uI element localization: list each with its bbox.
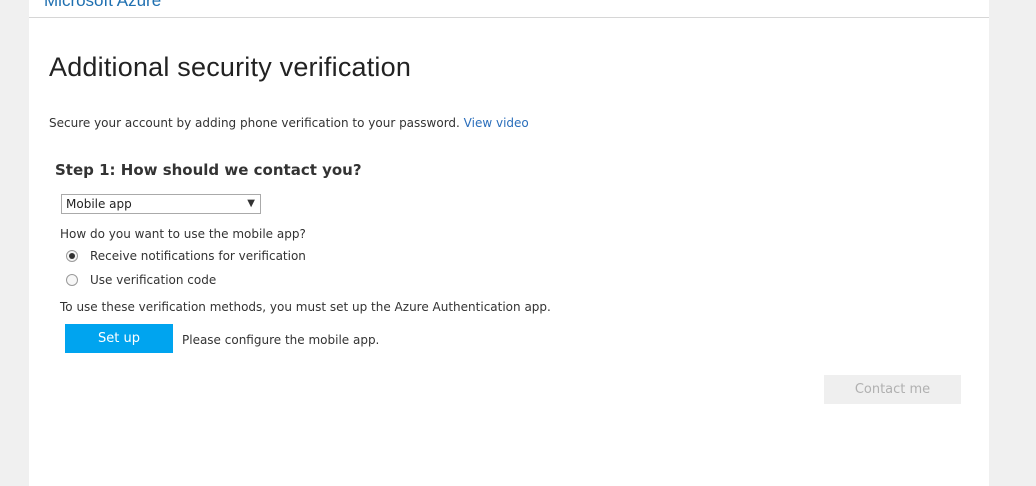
contact-method-select[interactable]: Mobile app ▼ (61, 194, 261, 214)
option-label: Receive notifications for verification (90, 249, 306, 263)
radio-button-unchecked[interactable] (66, 274, 78, 286)
page-container: Microsoft Azure Additional security veri… (29, 0, 989, 486)
brand-logo-text[interactable]: Microsoft Azure (44, 0, 161, 11)
option-verification-code[interactable]: Use verification code (66, 272, 216, 288)
option-label: Use verification code (90, 273, 217, 287)
configure-message: Please configure the mobile app. (182, 333, 380, 347)
view-video-link[interactable]: View video (464, 116, 529, 130)
contact-method-value: Mobile app (66, 197, 132, 211)
dropdown-arrow-icon: ▼ (247, 198, 255, 209)
radio-button-checked[interactable] (66, 250, 78, 262)
contact-me-button[interactable]: Contact me (824, 375, 961, 404)
intro-description: Secure your account by adding phone veri… (49, 116, 464, 130)
setup-note: To use these verification methods, you m… (60, 300, 551, 314)
step-heading: Step 1: How should we contact you? (55, 161, 362, 179)
intro-text: Secure your account by adding phone veri… (49, 116, 529, 130)
setup-button[interactable]: Set up (65, 324, 173, 353)
top-header: Microsoft Azure (29, 0, 989, 18)
option-receive-notifications[interactable]: Receive notifications for verification (66, 248, 306, 264)
page-title: Additional security verification (49, 52, 412, 82)
mobile-app-question: How do you want to use the mobile app? (60, 227, 306, 241)
